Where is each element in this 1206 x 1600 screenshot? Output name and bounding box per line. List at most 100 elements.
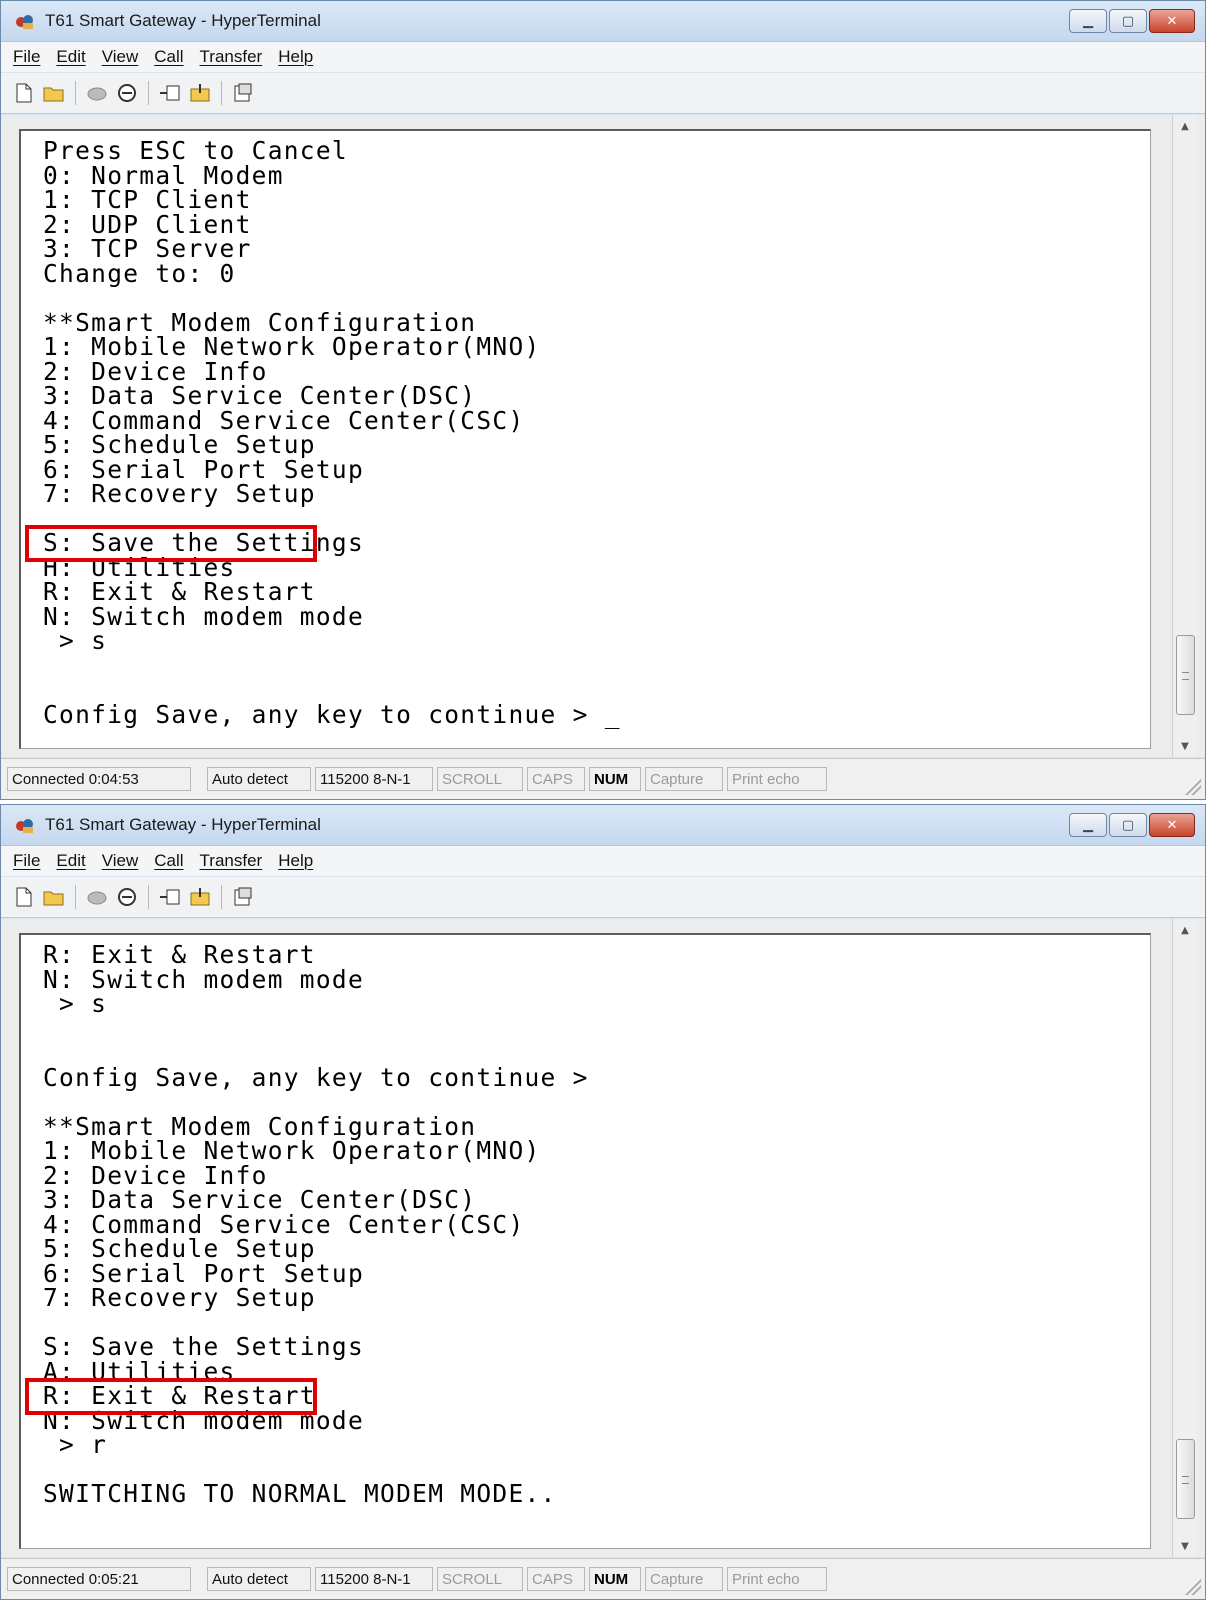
- menu-view[interactable]: View: [102, 851, 139, 871]
- receive-file-icon: [190, 84, 210, 102]
- toolbar-separator: [221, 81, 222, 105]
- menu-file[interactable]: File: [13, 851, 40, 871]
- open-button[interactable]: [43, 886, 65, 908]
- menu-view[interactable]: View: [102, 47, 139, 67]
- status-connected: Connected 0:05:21: [7, 1567, 191, 1591]
- disconnect-button[interactable]: [116, 82, 138, 104]
- receive-file-icon: [190, 888, 210, 906]
- close-button[interactable]: ✕: [1149, 9, 1195, 33]
- title-bar[interactable]: T61 Smart Gateway - HyperTerminal ▁ ▢ ✕: [1, 1, 1205, 42]
- menu-call[interactable]: Call: [154, 47, 183, 67]
- terminal-area: R: Exit & Restart N: Switch modem mode > …: [1, 919, 1205, 1557]
- open-button[interactable]: [43, 82, 65, 104]
- send-button[interactable]: [159, 82, 181, 104]
- terminal-line: 5: Schedule Setup: [43, 430, 316, 459]
- connect-button[interactable]: [86, 82, 108, 104]
- maximize-button[interactable]: ▢: [1109, 813, 1147, 837]
- menu-edit[interactable]: Edit: [56, 851, 85, 871]
- terminal-screen[interactable]: Press ESC to Cancel 0: Normal Modem 1: TCP…: [19, 129, 1151, 749]
- vertical-scrollbar[interactable]: ▲ ▼: [1172, 919, 1197, 1557]
- open-folder-icon: [43, 891, 64, 906]
- minimize-button[interactable]: ▁: [1069, 9, 1107, 33]
- new-connection-button[interactable]: [13, 82, 35, 104]
- status-print-echo: Print echo: [727, 1567, 827, 1591]
- scroll-thumb[interactable]: [1176, 635, 1195, 715]
- properties-icon: [234, 83, 252, 102]
- menu-help[interactable]: Help: [278, 851, 313, 871]
- properties-button[interactable]: [232, 886, 254, 908]
- hangup-icon: [118, 888, 136, 906]
- open-folder-icon: [43, 87, 64, 102]
- resize-grip-icon[interactable]: [1183, 777, 1201, 795]
- terminal-line: _: [43, 1528, 60, 1549]
- vertical-scrollbar[interactable]: ▲ ▼: [1172, 115, 1197, 757]
- menu-call[interactable]: Call: [154, 851, 183, 871]
- status-port: 115200 8-N-1: [315, 767, 433, 791]
- terminal-area: Press ESC to Cancel 0: Normal Modem 1: TCP…: [1, 115, 1205, 757]
- highlight-box: [25, 525, 317, 562]
- menu-file[interactable]: File: [13, 47, 40, 67]
- disconnect-button[interactable]: [116, 886, 138, 908]
- send-button[interactable]: [159, 886, 181, 908]
- status-caps: CAPS: [527, 767, 585, 791]
- terminal-line: SWITCHING TO NORMAL MODEM MODE..: [43, 1479, 557, 1508]
- status-connected: Connected 0:04:53: [7, 767, 191, 791]
- hyperterminal-app-icon: [16, 819, 33, 833]
- status-detect: Auto detect: [207, 767, 311, 791]
- highlight-box: [25, 1378, 317, 1415]
- terminal-line: > s: [43, 626, 108, 655]
- terminal-line: 7: Recovery Setup: [43, 1283, 316, 1312]
- terminal-line: R: Exit & Restart: [43, 577, 316, 606]
- menu-transfer[interactable]: Transfer: [200, 47, 263, 67]
- terminal-line: Press ESC to Cancel: [43, 136, 348, 165]
- receive-button[interactable]: [189, 82, 211, 104]
- terminal-screen[interactable]: R: Exit & Restart N: Switch modem mode > …: [19, 933, 1151, 1549]
- status-port: 115200 8-N-1: [315, 1567, 433, 1591]
- resize-grip-icon[interactable]: [1183, 1577, 1201, 1595]
- close-button[interactable]: ✕: [1149, 813, 1195, 837]
- terminal-line: 1: Mobile Network Operator(MNO): [43, 332, 541, 361]
- terminal-line: Change to: 0: [43, 258, 236, 288]
- scroll-down-icon[interactable]: ▼: [1173, 735, 1197, 757]
- menu-transfer[interactable]: Transfer: [200, 851, 263, 871]
- terminal-line: 3: Data Service Center(DSC): [43, 381, 477, 410]
- title-bar[interactable]: T61 Smart Gateway - HyperTerminal ▁ ▢ ✕: [1, 805, 1205, 846]
- terminal-line: 7: Recovery Setup: [43, 479, 316, 508]
- scroll-up-icon[interactable]: ▲: [1173, 919, 1197, 941]
- status-bar: Connected 0:04:53 Auto detect 115200 8-N…: [1, 758, 1205, 799]
- terminal-line: N: Switch modem mode: [43, 964, 365, 994]
- scroll-down-icon[interactable]: ▼: [1173, 1535, 1197, 1557]
- status-print-echo: Print echo: [727, 767, 827, 791]
- receive-button[interactable]: [189, 886, 211, 908]
- maximize-button[interactable]: ▢: [1109, 9, 1147, 33]
- phone-icon: [87, 87, 107, 101]
- connect-button[interactable]: [86, 886, 108, 908]
- send-file-icon: [160, 889, 180, 905]
- close-icon: ✕: [1166, 817, 1178, 833]
- terminal-line: Config Save, any key to continue >: [43, 1062, 589, 1092]
- window-title: T61 Smart Gateway - HyperTerminal: [45, 11, 321, 30]
- terminal-text: Press ESC to Cancel 0: Normal Modem 1: TCP…: [43, 136, 621, 727]
- phone-icon: [87, 891, 107, 905]
- new-document-icon: [16, 83, 32, 103]
- new-document-icon: [16, 887, 32, 907]
- maximize-icon: ▢: [1121, 817, 1135, 833]
- toolbar: [1, 877, 1205, 918]
- menu-edit[interactable]: Edit: [56, 47, 85, 67]
- minimize-icon: ▁: [1083, 13, 1093, 29]
- hangup-icon: [118, 84, 136, 102]
- properties-button[interactable]: [232, 82, 254, 104]
- toolbar-separator: [221, 885, 222, 909]
- menu-bar: File Edit View Call Transfer Help: [1, 846, 1205, 876]
- minimize-button[interactable]: ▁: [1069, 813, 1107, 837]
- scroll-up-icon[interactable]: ▲: [1173, 115, 1197, 137]
- menu-help[interactable]: Help: [278, 47, 313, 67]
- scroll-thumb[interactable]: [1176, 1439, 1195, 1519]
- new-connection-button[interactable]: [13, 886, 35, 908]
- status-capture: Capture: [645, 1567, 723, 1591]
